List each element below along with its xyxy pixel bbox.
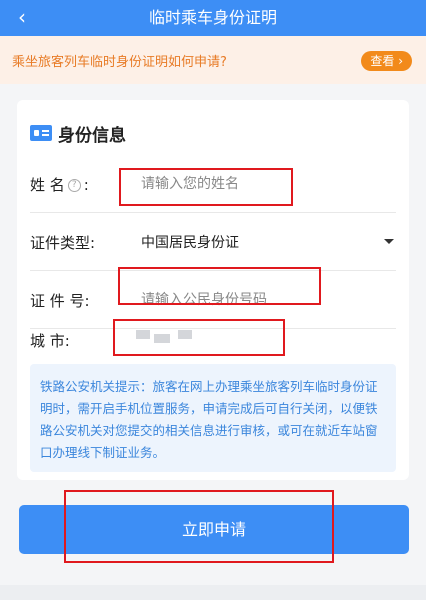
page-title: 临时乘车身份证明 [148, 8, 277, 27]
name-label-text: 姓 名 [30, 176, 65, 194]
city-label: 城 市: [30, 332, 70, 350]
view-button[interactable]: 查看 › [361, 51, 412, 71]
section-title-text: 身份信息 [58, 125, 126, 146]
idtype-select-value[interactable]: 中国居民身份证 [141, 232, 239, 252]
name-row: 姓 名?: [30, 155, 396, 213]
notice-banner: 乘坐旅客列车临时身份证明如何申请? 查看 › [0, 36, 426, 84]
name-colon: : [83, 176, 89, 194]
idtype-row[interactable]: 证件类型: 中国居民身份证 [30, 213, 396, 271]
idtype-label: 证件类型: [30, 234, 96, 252]
id-number-input[interactable] [141, 289, 341, 311]
help-icon[interactable]: ? [67, 179, 81, 192]
city-value-blurred [136, 330, 150, 339]
section-title: 身份信息 [30, 122, 126, 146]
police-tip: 铁路公安机关提示：旅客在网上办理乘坐旅客列车临时身份证明时，需开启手机位置服务，… [30, 364, 396, 472]
id-card-icon [30, 125, 52, 141]
idnum-label: 证 件 号: [30, 292, 90, 310]
app-header: ‹ 临时乘车身份证明 [0, 0, 426, 36]
name-input[interactable] [141, 173, 341, 195]
notice-text: 乘坐旅客列车临时身份证明如何申请? [12, 55, 227, 70]
city-value-blurred [154, 334, 170, 343]
city-value-blurred [178, 330, 192, 339]
identity-card: 身份信息 姓 名?: 证件类型: 中国居民身份证 证 件 号: 城 市: 铁路公… [17, 100, 409, 480]
footer-strip [0, 585, 426, 600]
name-label: 姓 名?: [30, 174, 89, 195]
apply-button[interactable]: 立即申请 [19, 505, 409, 554]
chevron-down-icon[interactable] [384, 239, 394, 244]
city-row[interactable]: 城 市: [30, 310, 396, 368]
